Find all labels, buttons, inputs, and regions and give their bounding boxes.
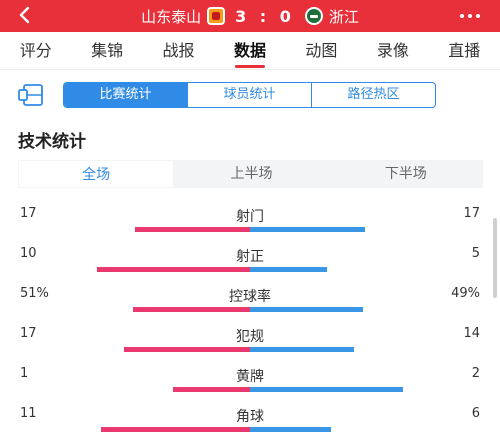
home-bar — [135, 227, 250, 232]
half-tabs: 全场 上半场 下半场 — [18, 160, 483, 188]
away-bar — [250, 347, 354, 352]
away-value: 5 — [471, 246, 480, 261]
away-value: 49% — [451, 286, 480, 301]
away-value: 14 — [463, 326, 480, 341]
stat-label: 射正 — [236, 249, 264, 265]
tab-report[interactable]: 战报 — [143, 32, 214, 70]
stat-row: 1 黄牌 2 — [0, 360, 500, 400]
stat-row: 17 犯规 14 — [0, 320, 500, 360]
segment-match-stats[interactable]: 比赛统计 — [64, 83, 187, 107]
tab-rating[interactable]: 评分 — [0, 32, 71, 70]
section-title: 技术统计 — [18, 132, 86, 152]
segment-heatmap[interactable]: 路径热区 — [311, 83, 435, 107]
stat-label: 角球 — [236, 409, 264, 425]
tab-highlights[interactable]: 集锦 — [71, 32, 142, 70]
away-bar — [250, 427, 331, 432]
stat-label: 黄牌 — [236, 369, 264, 385]
home-team-name: 山东泰山 — [141, 7, 202, 26]
match-title: 山东泰山 3 : 0 浙江 — [0, 0, 500, 32]
stats-list: 17 射门 17 10 射正 5 51% 控球率 49% 17 犯规 14 1 … — [0, 200, 500, 440]
more-menu-icon[interactable] — [460, 8, 486, 24]
scrollbar[interactable] — [493, 218, 497, 298]
away-bar — [250, 227, 365, 232]
away-value: 17 — [463, 206, 480, 221]
home-bar — [101, 427, 250, 432]
top-bar: 山东泰山 3 : 0 浙江 — [0, 0, 500, 32]
stats-segment-control: 比赛统计 球员统计 路径热区 — [63, 82, 436, 108]
stats-segment-row: 比赛统计 球员统计 路径热区 — [0, 82, 500, 108]
home-bar — [133, 307, 250, 312]
tab-replay[interactable]: 录像 — [357, 32, 428, 70]
stat-row: 11 角球 6 — [0, 400, 500, 440]
tab-data[interactable]: 数据 — [214, 32, 285, 70]
stat-label: 控球率 — [229, 289, 271, 305]
half-tab-full[interactable]: 全场 — [18, 160, 175, 188]
segment-player-stats[interactable]: 球员统计 — [187, 83, 311, 107]
stat-label: 犯规 — [236, 329, 264, 345]
half-tab-second[interactable]: 下半场 — [329, 160, 483, 188]
tab-gifs[interactable]: 动图 — [286, 32, 357, 70]
stat-row: 51% 控球率 49% — [0, 280, 500, 320]
away-team-logo-icon — [304, 7, 323, 25]
field-layout-icon[interactable] — [18, 82, 46, 108]
away-bar — [250, 267, 327, 272]
away-bar — [250, 387, 403, 392]
home-bar — [173, 387, 250, 392]
away-team-name: 浙江 — [328, 7, 359, 26]
home-bar — [97, 267, 250, 272]
stat-label: 射门 — [236, 209, 264, 225]
away-bar — [250, 307, 363, 312]
stat-row: 17 射门 17 — [0, 200, 500, 240]
match-score: 3 : 0 — [235, 6, 295, 26]
nav-tabs: 评分 集锦 战报 数据 动图 录像 直播 — [0, 32, 500, 70]
home-bar — [124, 347, 250, 352]
away-value: 6 — [471, 406, 480, 421]
away-value: 2 — [471, 366, 480, 381]
home-team-logo-icon — [207, 7, 226, 25]
half-tab-first[interactable]: 上半场 — [174, 160, 328, 188]
tab-live[interactable]: 直播 — [429, 32, 500, 70]
stat-row: 10 射正 5 — [0, 240, 500, 280]
